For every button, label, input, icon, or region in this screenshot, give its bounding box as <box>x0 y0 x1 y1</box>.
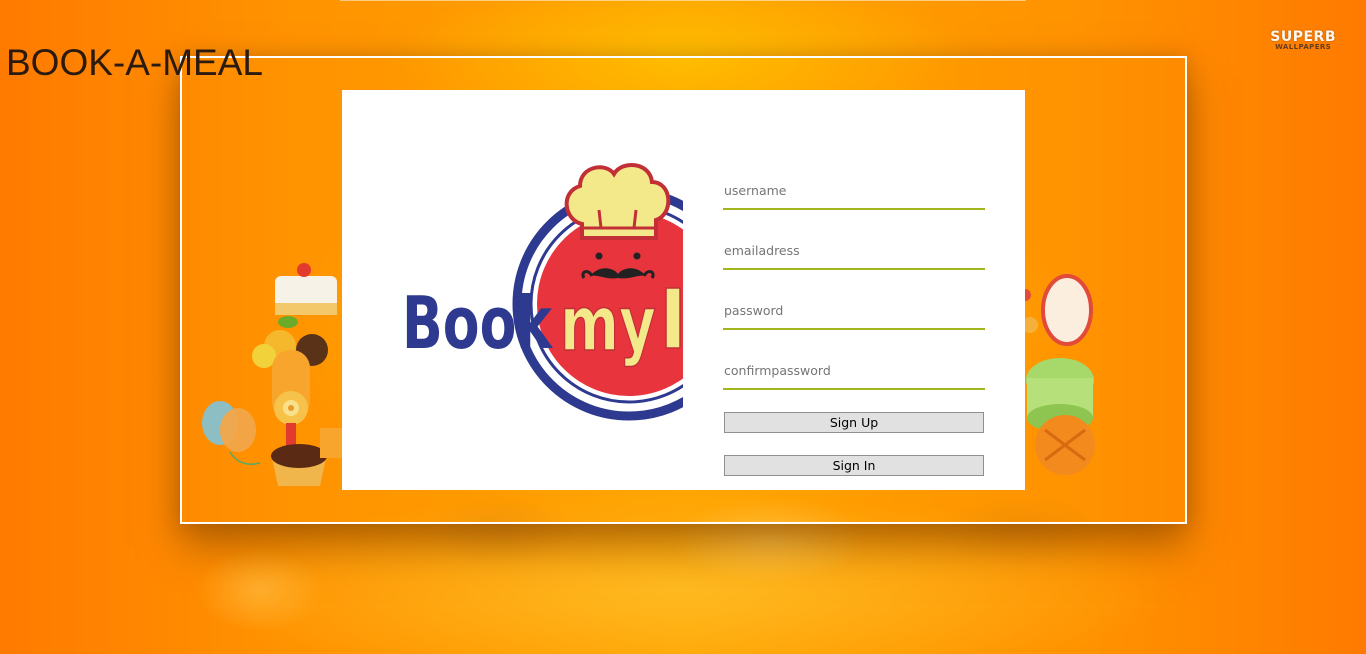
page-title: BOOK-A-MEAL <box>6 42 263 83</box>
password-input[interactable] <box>724 300 979 320</box>
signup-card: Book my Sign Up Sign In <box>342 90 1025 490</box>
sign-up-button[interactable]: Sign Up <box>724 412 984 433</box>
logo-text-my: my <box>560 279 656 368</box>
top-divider <box>340 0 1026 1</box>
email-input[interactable] <box>724 240 979 260</box>
password-field-wrapper <box>723 292 985 330</box>
page-background: { "app": { "brand_title": "BOOK-A-MEAL" … <box>0 0 1366 654</box>
sign-in-button[interactable]: Sign In <box>724 455 984 476</box>
confirm-password-field-wrapper <box>723 352 985 390</box>
watermark-line-1: SUPERB <box>1270 29 1336 45</box>
logo-text-book: Book <box>402 281 554 365</box>
bookmymeal-logo: Book my <box>402 162 683 421</box>
wallpaper-watermark: SUPERB WALLPAPERS <box>1270 30 1336 51</box>
username-input[interactable] <box>724 180 979 200</box>
signup-form: Sign Up Sign In <box>723 172 985 476</box>
username-field-wrapper <box>723 172 985 210</box>
email-field-wrapper <box>723 232 985 270</box>
watermark-line-2: WALLPAPERS <box>1275 43 1332 51</box>
confirm-password-input[interactable] <box>724 360 979 380</box>
